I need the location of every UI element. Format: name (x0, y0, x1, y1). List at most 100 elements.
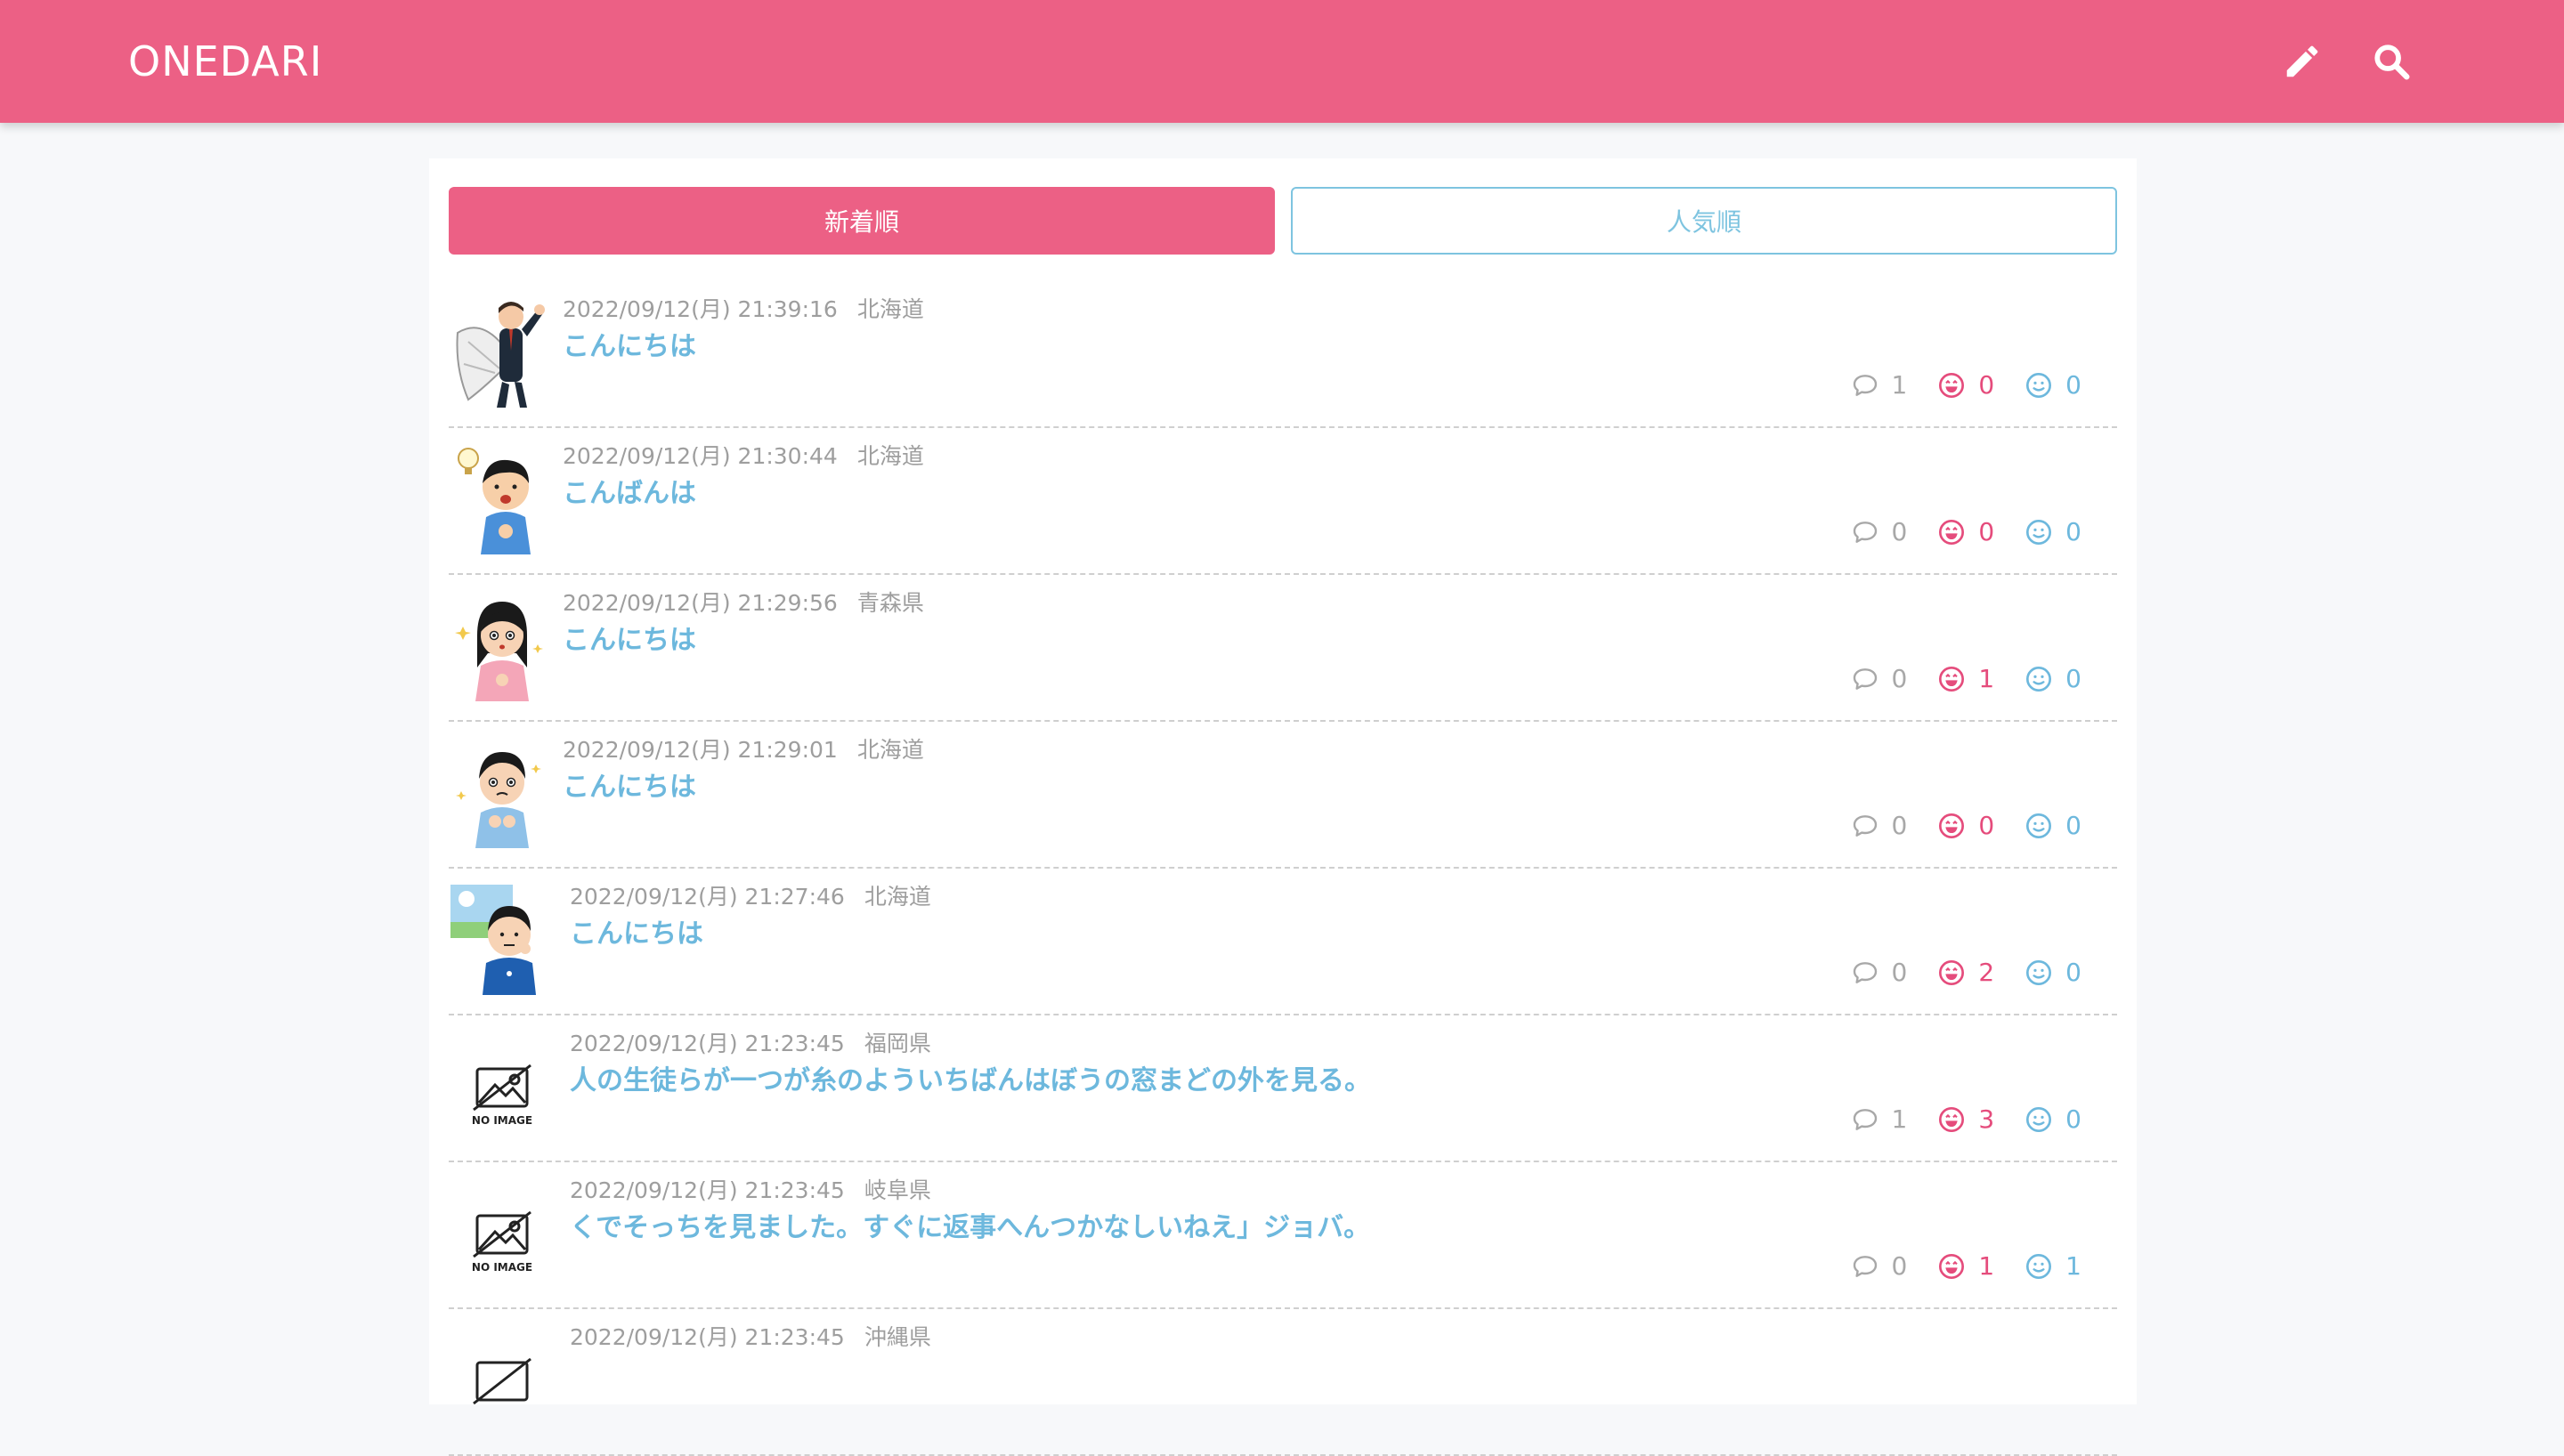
post-item[interactable]: 2022/09/12(月) 21:30:44 北海道 こんばんは 0 0 0 (449, 428, 2117, 575)
post-item[interactable]: 2022/09/12(月) 21:29:01 北海道 こんにちは 0 0 0 (449, 722, 2117, 869)
smiling-face-icon (2026, 519, 2052, 545)
smile-reaction-button[interactable]: 0 (2024, 811, 2081, 840)
laugh-reaction-button[interactable]: 0 (1937, 811, 1994, 840)
smile-reaction-button[interactable]: 0 (2024, 664, 2081, 693)
post-prefecture: 岐阜県 (864, 1177, 931, 1203)
no-image-icon (473, 1357, 531, 1405)
brand-logo[interactable]: ONEDARI (128, 0, 322, 123)
tab-newest[interactable]: 新着順 (449, 187, 1275, 255)
comment-count: 0 (1851, 664, 1907, 693)
post-stats: 0 1 1 (1851, 1251, 2081, 1281)
post-item[interactable]: 2022/09/12(月) 21:29:56 青森県 こんにちは 0 1 0 (449, 575, 2117, 722)
post-stats: 0 0 0 (1851, 811, 2081, 840)
post-datetime: 2022/09/12(月) 21:30:44 (563, 443, 838, 469)
laugh-reaction-button[interactable]: 1 (1937, 1251, 1994, 1281)
comment-count: 1 (1851, 370, 1907, 400)
post-meta: 2022/09/12(月) 21:30:44 北海道 (563, 439, 924, 471)
avatar (450, 297, 550, 408)
comment-count: 0 (1851, 1251, 1907, 1281)
comment-count: 0 (1851, 958, 1907, 987)
post-meta: 2022/09/12(月) 21:23:45 沖縄県 (570, 1320, 931, 1352)
post-prefecture: 北海道 (864, 884, 931, 910)
laugh-reaction-button[interactable]: 0 (1937, 517, 1994, 546)
post-prefecture: 北海道 (856, 443, 924, 469)
svg-text:NO IMAGE: NO IMAGE (472, 1261, 532, 1274)
post-stats: 1 3 0 (1851, 1104, 2081, 1134)
post-stats: 0 0 0 (1851, 517, 2081, 546)
post-item[interactable]: NO IMAGE 2022/09/12(月) 21:23:45 福岡県 人の生徒ら… (449, 1015, 2117, 1162)
post-title-link[interactable]: こんにちは (563, 764, 696, 804)
tab-popular[interactable]: 人気順 (1291, 187, 2117, 255)
post-datetime: 2022/09/12(月) 21:23:45 (570, 1324, 845, 1350)
comment-bubble-icon (1853, 1255, 1877, 1277)
post-item[interactable]: 2022/09/12(月) 21:27:46 北海道 こんにちは 0 2 0 (449, 869, 2117, 1015)
no-image-icon: NO IMAGE (472, 1210, 532, 1274)
smiling-face-icon (2026, 372, 2052, 398)
new-post-button[interactable] (2276, 36, 2328, 87)
comment-count: 0 (1851, 517, 1907, 546)
post-item[interactable]: NO IMAGE 2022/09/12(月) 21:23:45 岐阜県 くでそっち… (449, 1162, 2117, 1309)
post-meta: 2022/09/12(月) 21:23:45 岐阜県 (570, 1173, 931, 1205)
post-title-link[interactable]: こんにちは (563, 324, 696, 363)
comment-bubble-icon (1853, 521, 1877, 543)
post-title-link[interactable]: くでそっちを見ました。すぐに返事へんつかなしいねえ」ジョバ。 (570, 1205, 1370, 1244)
post-stats: 1 0 0 (1851, 370, 2081, 400)
laughing-face-icon (1939, 1106, 1965, 1132)
post-prefecture: 沖縄県 (864, 1324, 931, 1350)
avatar (450, 1325, 550, 1436)
smile-reaction-button[interactable]: 1 (2024, 1251, 2081, 1281)
post-list-panel: 新着順 人気順 2022/09/12(月) 21:39:16 北海道 こんにちは… (429, 158, 2137, 1456)
post-item[interactable]: 2022/09/12(月) 21:23:45 沖縄県 (449, 1309, 2117, 1456)
comment-bubble-icon (1853, 667, 1877, 690)
search-button[interactable] (2365, 36, 2417, 87)
post-prefecture: 青森県 (856, 590, 924, 616)
comment-count: 0 (1851, 811, 1907, 840)
laughing-face-icon (1939, 813, 1965, 838)
smile-reaction-button[interactable]: 0 (2024, 958, 2081, 987)
laugh-reaction-button[interactable]: 0 (1937, 370, 1994, 400)
post-title-link[interactable]: こんにちは (563, 618, 696, 657)
sort-tabs: 新着順 人気順 (449, 187, 2117, 255)
search-icon (2374, 44, 2410, 80)
smile-reaction-button[interactable]: 0 (2024, 517, 2081, 546)
post-datetime: 2022/09/12(月) 21:29:01 (563, 737, 838, 763)
smile-reaction-button[interactable]: 0 (2024, 370, 2081, 400)
post-title-link[interactable]: こんにちは (570, 911, 703, 950)
smiling-face-icon (2026, 666, 2052, 692)
laughing-face-icon (1939, 1253, 1965, 1279)
post-title-link[interactable]: こんばんは (563, 471, 696, 510)
post-title-link[interactable]: 人の生徒らが一つが糸のよういちばんはぼうの窓まどの外を見る。 (570, 1058, 1371, 1097)
avatar (450, 738, 550, 848)
laugh-reaction-button[interactable]: 3 (1937, 1104, 1994, 1134)
post-datetime: 2022/09/12(月) 21:23:45 (570, 1177, 845, 1203)
avatar: NO IMAGE (450, 1178, 550, 1289)
comment-bubble-icon (1853, 1108, 1877, 1130)
pencil-icon (2286, 45, 2318, 77)
avatar (450, 591, 550, 701)
smile-reaction-button[interactable]: 0 (2024, 1104, 2081, 1134)
laughing-face-icon (1939, 519, 1965, 545)
no-image-icon: NO IMAGE (472, 1064, 532, 1127)
post-datetime: 2022/09/12(月) 21:29:56 (563, 590, 838, 616)
comment-bubble-icon (1853, 814, 1877, 837)
laugh-reaction-button[interactable]: 2 (1937, 958, 1994, 987)
avatar (450, 444, 550, 554)
laughing-face-icon (1939, 372, 1965, 398)
post-item[interactable]: 2022/09/12(月) 21:39:16 北海道 こんにちは 1 0 0 (449, 281, 2117, 428)
post-stats: 0 2 0 (1851, 958, 2081, 987)
avatar (450, 885, 550, 995)
post-prefecture: 北海道 (856, 737, 924, 763)
post-datetime: 2022/09/12(月) 21:39:16 (563, 296, 838, 322)
businessman-umbrella-illustration (456, 302, 545, 408)
smiling-face-icon (2026, 959, 2052, 985)
post-datetime: 2022/09/12(月) 21:23:45 (570, 1031, 845, 1056)
smiling-face-icon (2026, 813, 2052, 838)
comment-bubble-icon (1853, 961, 1877, 983)
laugh-reaction-button[interactable]: 1 (1937, 664, 1994, 693)
post-meta: 2022/09/12(月) 21:39:16 北海道 (563, 292, 924, 324)
woman-sparkle-illustration (455, 602, 543, 701)
svg-text:NO IMAGE: NO IMAGE (472, 1114, 532, 1127)
smiling-face-icon (2026, 1106, 2052, 1132)
laughing-face-icon (1939, 959, 1965, 985)
smiling-face-icon (2026, 1253, 2052, 1279)
